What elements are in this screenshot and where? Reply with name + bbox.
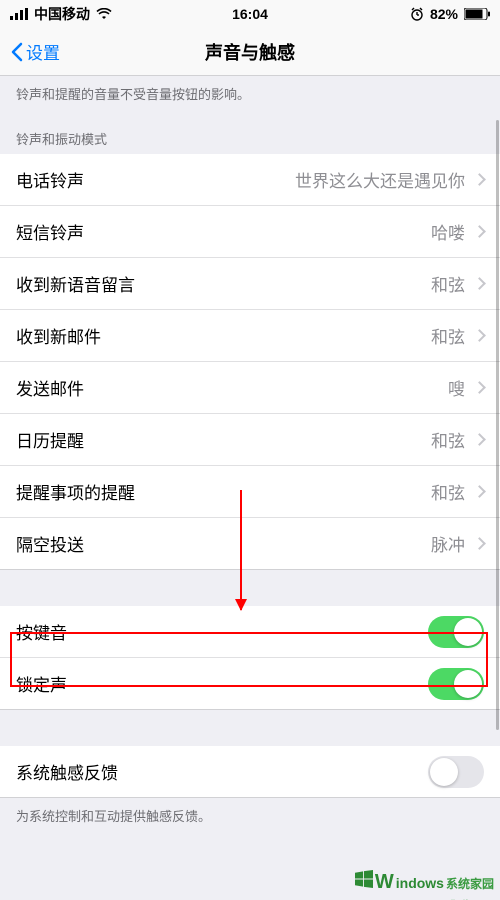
row-value: 和弦 — [431, 323, 484, 348]
row-label: 电话铃声 — [16, 167, 84, 192]
chevron-right-icon — [473, 329, 486, 342]
status-left: 中国移动 — [10, 4, 112, 24]
status-bar: 中国移动 16:04 82% — [0, 0, 500, 28]
chevron-right-icon — [473, 537, 486, 550]
row-reminder-alerts[interactable]: 提醒事项的提醒 和弦 — [0, 466, 500, 518]
status-right: 82% — [410, 6, 490, 22]
row-label: 日历提醒 — [16, 427, 84, 452]
row-value: 嗖 — [448, 375, 484, 400]
watermark: Windows系统家园 — [355, 870, 494, 894]
volume-button-hint: 铃声和提醒的音量不受音量按钮的影响。 — [0, 76, 500, 113]
row-label: 锁定声 — [16, 671, 67, 696]
alarm-icon — [410, 7, 424, 21]
row-keyboard-clicks: 按键音 — [0, 606, 500, 658]
chevron-right-icon — [473, 485, 486, 498]
row-label: 提醒事项的提醒 — [16, 479, 135, 504]
row-value: 世界这么大还是遇见你 — [295, 167, 484, 192]
chevron-right-icon — [473, 225, 486, 238]
toggle-system-haptics[interactable] — [428, 756, 484, 788]
toggle-lock-sound[interactable] — [428, 668, 484, 700]
row-label: 发送邮件 — [16, 375, 84, 400]
back-button[interactable]: 设置 — [10, 39, 60, 64]
row-label: 隔空投送 — [16, 531, 84, 556]
row-value: 和弦 — [431, 479, 484, 504]
nav-bar: 设置 声音与触感 — [0, 28, 500, 76]
chevron-left-icon — [10, 42, 24, 62]
row-sent-mail[interactable]: 发送邮件 嗖 — [0, 362, 500, 414]
row-value: 哈喽 — [431, 219, 484, 244]
row-text-tone[interactable]: 短信铃声 哈喽 — [0, 206, 500, 258]
row-system-haptics: 系统触感反馈 — [0, 746, 500, 798]
toggle-list-haptics: 系统触感反馈 — [0, 746, 500, 798]
row-label: 按键音 — [16, 619, 67, 644]
section-header-ringtone-vibration: 铃声和振动模式 — [0, 113, 500, 154]
battery-percent: 82% — [430, 6, 458, 22]
chevron-right-icon — [473, 433, 486, 446]
row-new-mail[interactable]: 收到新邮件 和弦 — [0, 310, 500, 362]
row-label: 收到新语音留言 — [16, 271, 135, 296]
row-lock-sound: 锁定声 — [0, 658, 500, 710]
row-new-voicemail[interactable]: 收到新语音留言 和弦 — [0, 258, 500, 310]
status-time: 16:04 — [232, 6, 268, 22]
toggle-keyboard-clicks[interactable] — [428, 616, 484, 648]
chevron-right-icon — [473, 277, 486, 290]
row-label: 短信铃声 — [16, 219, 84, 244]
row-calendar-alerts[interactable]: 日历提醒 和弦 — [0, 414, 500, 466]
chevron-right-icon — [473, 173, 486, 186]
back-label: 设置 — [26, 39, 60, 64]
row-airdrop[interactable]: 隔空投送 脉冲 — [0, 518, 500, 570]
content-scroll[interactable]: 铃声和提醒的音量不受音量按钮的影响。 铃声和振动模式 电话铃声 世界这么大还是遇… — [0, 76, 500, 900]
row-label: 系统触感反馈 — [16, 759, 118, 784]
page-title: 声音与触感 — [205, 39, 295, 65]
cellular-signal-icon — [10, 8, 28, 20]
row-label: 收到新邮件 — [16, 323, 101, 348]
scrollbar-indicator — [496, 120, 499, 730]
wifi-icon — [96, 8, 112, 20]
row-value: 脉冲 — [431, 531, 484, 556]
toggle-list-sounds: 按键音 锁定声 — [0, 606, 500, 710]
sounds-list: 电话铃声 世界这么大还是遇见你 短信铃声 哈喽 收到新语音留言 和弦 收到新邮件… — [0, 154, 500, 570]
row-ringtone[interactable]: 电话铃声 世界这么大还是遇见你 — [0, 154, 500, 206]
section-gap — [0, 570, 500, 606]
row-value: 和弦 — [431, 271, 484, 296]
chevron-right-icon — [473, 381, 486, 394]
windows-logo-icon — [355, 870, 373, 888]
battery-icon — [464, 8, 490, 20]
annotation-arrow — [240, 490, 242, 610]
row-value: 和弦 — [431, 427, 484, 452]
haptics-hint: 为系统控制和互动提供触感反馈。 — [0, 798, 500, 835]
section-gap — [0, 710, 500, 746]
carrier-label: 中国移动 — [34, 4, 90, 24]
